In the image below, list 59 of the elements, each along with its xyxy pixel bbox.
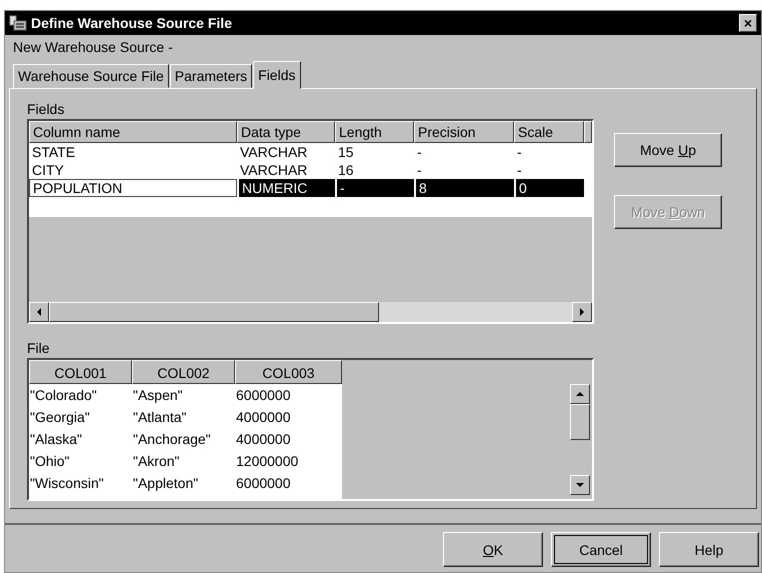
scroll-thumb[interactable] xyxy=(570,404,590,440)
table-cell-text: - xyxy=(516,143,523,161)
table-cell-text: "Atlanta" xyxy=(132,408,188,427)
column-header[interactable]: Scale xyxy=(514,121,584,143)
table-cell-text: "Alaska" xyxy=(29,430,83,449)
table-cell-text: - xyxy=(416,143,423,161)
table-cell-text: 16 xyxy=(337,161,355,179)
tab[interactable]: Fields xyxy=(253,61,300,89)
column-header[interactable] xyxy=(584,121,592,143)
table-cell-text: "Georgia" xyxy=(29,408,91,427)
column-header[interactable]: Column name xyxy=(29,121,237,143)
scroll-right-icon[interactable] xyxy=(572,302,592,322)
window-title: Define Warehouse Source File xyxy=(31,15,233,31)
table-cell-text: 4000000 xyxy=(235,430,292,449)
column-header[interactable]: COL003 xyxy=(235,360,342,384)
table-cell-text: "Akron" xyxy=(132,452,181,471)
fields-label: Fields xyxy=(27,100,66,119)
table-cell-text: "Wisconsin" xyxy=(29,474,105,493)
table-cell-text: VARCHAR xyxy=(239,161,308,179)
column-header[interactable]: Precision xyxy=(414,121,514,143)
close-button[interactable]: × xyxy=(739,14,757,32)
tab[interactable]: Warehouse Source File xyxy=(13,64,169,88)
table-cell-text: "Ohio" xyxy=(29,452,71,471)
table-cell: - xyxy=(335,179,414,197)
table-cell-text: "Aspen" xyxy=(132,386,184,405)
file-label: File xyxy=(27,339,51,358)
table-cell-text: "Anchorage" xyxy=(132,430,212,449)
horizontal-scrollbar[interactable] xyxy=(29,302,592,322)
dialog-button[interactable]: Cancel xyxy=(551,532,651,567)
dialog-button[interactable]: OK xyxy=(443,532,543,567)
table-cell-text: 15 xyxy=(337,143,355,161)
table-cell-text: - xyxy=(516,161,523,179)
table-cell-text: 12000000 xyxy=(235,452,300,471)
table-cell-text: VARCHAR xyxy=(239,143,308,161)
column-header[interactable]: COL002 xyxy=(132,360,235,384)
table-cell: 0 xyxy=(514,179,584,197)
table-cell: NUMERIC xyxy=(237,179,335,197)
dialog-subtitle: New Warehouse Source - xyxy=(12,38,174,57)
column-header[interactable]: Data type xyxy=(237,121,335,143)
column-header[interactable]: COL001 xyxy=(29,360,132,384)
table-cell-text: 6000000 xyxy=(235,386,292,405)
scroll-left-icon[interactable] xyxy=(29,302,49,322)
column-header[interactable]: Length xyxy=(335,121,414,143)
tab[interactable]: Parameters xyxy=(170,64,252,88)
app-icon xyxy=(9,15,27,31)
table-cell-text: CITY xyxy=(31,161,65,179)
table-cell-text: 6000000 xyxy=(235,474,292,493)
table-cell-text: - xyxy=(416,161,423,179)
table-cell-text: "Appleton" xyxy=(132,474,200,493)
scroll-thumb[interactable] xyxy=(49,302,379,322)
move-button[interactable]: Move Up xyxy=(614,133,722,167)
table-cell-text: 4000000 xyxy=(235,408,292,427)
table-cell-text: STATE xyxy=(31,143,76,161)
dialog-button[interactable]: Help xyxy=(659,532,759,567)
table-cell: POPULATION xyxy=(29,179,237,197)
table-cell: 8 xyxy=(414,179,514,197)
table-cell-text: "Colorado" xyxy=(29,386,98,405)
scroll-up-icon[interactable] xyxy=(570,384,590,404)
scroll-down-icon[interactable] xyxy=(570,475,590,495)
